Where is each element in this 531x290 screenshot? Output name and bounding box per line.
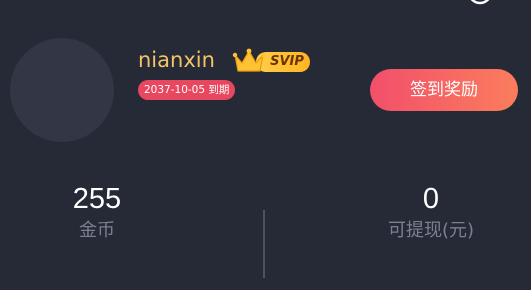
message-icon[interactable]: [417, 0, 441, 6]
coins-value: 255: [72, 183, 122, 215]
checkin-reward-button[interactable]: 签到奖励: [370, 69, 518, 111]
stats-divider: [263, 210, 265, 278]
svip-badge: SVIP: [232, 47, 312, 75]
coins-stat[interactable]: 255 金币: [37, 180, 157, 244]
expiry-badge: 2037-10-05 到期: [138, 80, 236, 100]
avatar[interactable]: [10, 38, 114, 142]
top-toolbar: [411, 0, 531, 6]
username: nianxin: [138, 48, 215, 72]
profile-screen: nianxin SVIP 2037-10-05 到期 签到奖励 255 金币 0…: [0, 0, 531, 290]
withdrawable-value: 0: [422, 183, 440, 215]
withdrawable-label: 可提现(元): [387, 220, 475, 241]
crown-icon: [232, 48, 266, 72]
coins-label: 金币: [79, 220, 115, 241]
withdrawable-stat[interactable]: 0 可提现(元): [351, 180, 511, 244]
settings-icon[interactable]: [465, 0, 495, 6]
